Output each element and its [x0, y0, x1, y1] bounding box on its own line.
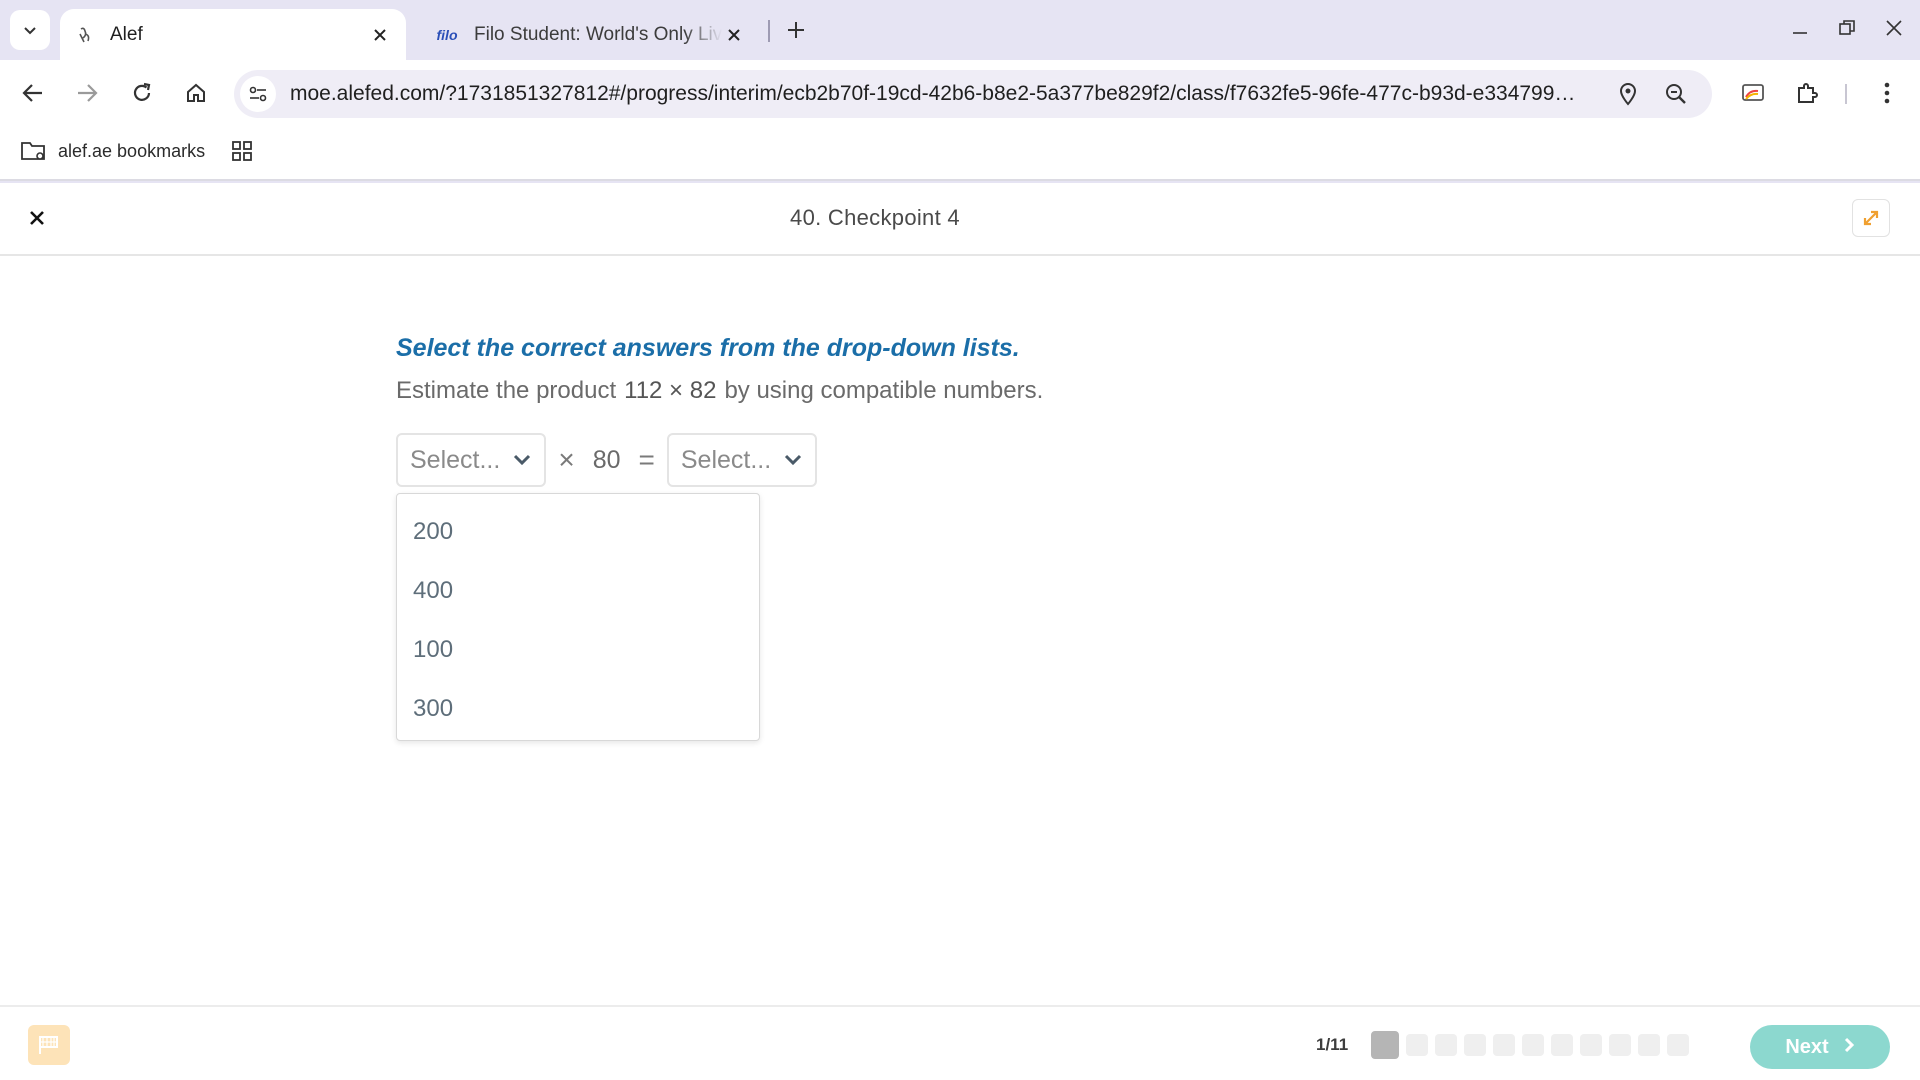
progress-counter: 1/11: [1316, 1035, 1349, 1054]
bookmark-folder-alef[interactable]: alef.ae bookmarks: [20, 137, 205, 165]
answer-select-1[interactable]: Select...: [396, 433, 547, 487]
restore-icon: [1839, 20, 1855, 35]
next-label: Next: [1785, 1035, 1829, 1058]
tune-icon: [249, 86, 267, 102]
restore-button[interactable]: [1827, 10, 1867, 46]
toolbar-divider: [1845, 84, 1847, 104]
home-icon: [187, 83, 205, 102]
reload-icon: [133, 82, 151, 101]
folder-icon: [20, 137, 48, 165]
cast-icon[interactable]: [1733, 73, 1773, 113]
dropdown-menu: 200 400 100 300: [396, 493, 760, 741]
forward-button[interactable]: [67, 73, 107, 113]
progress-step-dot[interactable]: [1580, 1034, 1602, 1056]
question-prompt: Estimate the product 112 × 82 by using c…: [396, 377, 1596, 405]
back-button[interactable]: [13, 73, 53, 113]
close-icon[interactable]: [722, 23, 746, 47]
extensions-icon[interactable]: [1787, 73, 1827, 113]
tab-search-button[interactable]: [10, 10, 50, 50]
apps-grid-icon[interactable]: [228, 137, 256, 165]
progress-step-dot[interactable]: [1371, 1031, 1399, 1059]
arrow-left-icon: [22, 84, 42, 102]
dropdown-option[interactable]: 400: [397, 561, 759, 620]
bookmarks-bar: alef.ae bookmarks: [0, 125, 1920, 181]
chevron-right-icon: [1843, 1036, 1855, 1059]
page-title: 40. Checkpoint 4: [790, 205, 960, 230]
url-text[interactable]: moe.alefed.com/?1731851327812#/progress/…: [290, 82, 1600, 106]
dropdown-option[interactable]: 200: [397, 502, 759, 561]
select-placeholder: Select...: [680, 445, 772, 474]
new-tab-button[interactable]: [780, 14, 812, 46]
bookmark-label: alef.ae bookmarks: [58, 140, 206, 161]
progress-step-dot[interactable]: [1435, 1034, 1457, 1056]
reload-button[interactable]: [122, 73, 162, 113]
question-instruction: Select the correct answers from the drop…: [396, 334, 1020, 362]
progress-step-dot[interactable]: [1551, 1034, 1573, 1056]
arrow-right-icon: [78, 84, 98, 102]
progress-step-dot[interactable]: [1406, 1034, 1428, 1056]
flag-button[interactable]: [28, 1025, 70, 1065]
next-button[interactable]: Next: [1750, 1025, 1890, 1069]
dropdown-option[interactable]: 300: [397, 679, 759, 738]
expand-icon: [1863, 210, 1879, 226]
answer-row: Select... × 80 = Select...: [396, 433, 818, 487]
alef-favicon-icon: [74, 24, 96, 46]
operand-value: 80: [592, 445, 621, 474]
equals-sign: =: [638, 444, 655, 475]
tab-title: Alef: [110, 23, 143, 45]
question-block: Select the correct answers from the drop…: [396, 334, 1596, 405]
tab-strip: Alef filo Filo Student: World's Only Liv…: [0, 0, 1920, 60]
math-expression: 112 × 82: [624, 377, 717, 404]
menu-dots-icon[interactable]: [1867, 73, 1907, 113]
fullscreen-button[interactable]: [1852, 199, 1890, 237]
progress-step-dot[interactable]: [1493, 1034, 1515, 1056]
tab-alef[interactable]: Alef: [60, 9, 406, 60]
prompt-suffix: by using compatible numbers.: [724, 377, 1044, 404]
activity-header: 40. Checkpoint 4: [0, 183, 1920, 256]
minimize-button[interactable]: [1780, 10, 1820, 46]
progress-step-dot[interactable]: [1609, 1034, 1631, 1056]
window-close-button[interactable]: [1874, 10, 1914, 46]
chevron-down-icon: [512, 450, 532, 470]
prompt-prefix: Estimate the product: [396, 377, 617, 404]
multiply-sign: ×: [558, 444, 575, 475]
progress-step-dot[interactable]: [1638, 1034, 1660, 1056]
tab-separator: [768, 20, 770, 42]
browser-toolbar: moe.alefed.com/?1731851327812#/progress/…: [0, 60, 1920, 125]
site-info-button[interactable]: [240, 76, 276, 112]
tab-filo[interactable]: filo Filo Student: World's Only Live Ins…: [420, 9, 760, 60]
minimize-icon: [1793, 32, 1807, 34]
chevron-down-icon: [783, 450, 803, 470]
progress-step-dot[interactable]: [1464, 1034, 1486, 1056]
select-placeholder: Select...: [410, 445, 501, 474]
flag-icon: [39, 1036, 58, 1054]
location-icon[interactable]: [1614, 80, 1642, 108]
tab-title: Filo Student: World's Only Live Instant …: [474, 23, 722, 45]
close-icon: [1886, 20, 1902, 36]
address-bar[interactable]: moe.alefed.com/?1731851327812#/progress/…: [234, 70, 1712, 118]
home-button[interactable]: [176, 73, 216, 113]
progress-step-dot[interactable]: [1667, 1034, 1689, 1056]
answer-select-2[interactable]: Select...: [666, 433, 818, 487]
progress-step-dot[interactable]: [1522, 1034, 1544, 1056]
browser-frame: Alef filo Filo Student: World's Only Liv…: [0, 0, 1920, 183]
chevron-down-icon: [24, 27, 36, 35]
dropdown-option[interactable]: 100: [397, 620, 759, 679]
zoom-icon[interactable]: [1662, 80, 1690, 108]
close-icon[interactable]: [368, 23, 392, 47]
activity-footer: 1/11 Next: [0, 1005, 1920, 1080]
plus-icon: [788, 22, 804, 38]
progress-steps: [1371, 1031, 1696, 1059]
filo-favicon-icon: filo: [436, 26, 458, 43]
